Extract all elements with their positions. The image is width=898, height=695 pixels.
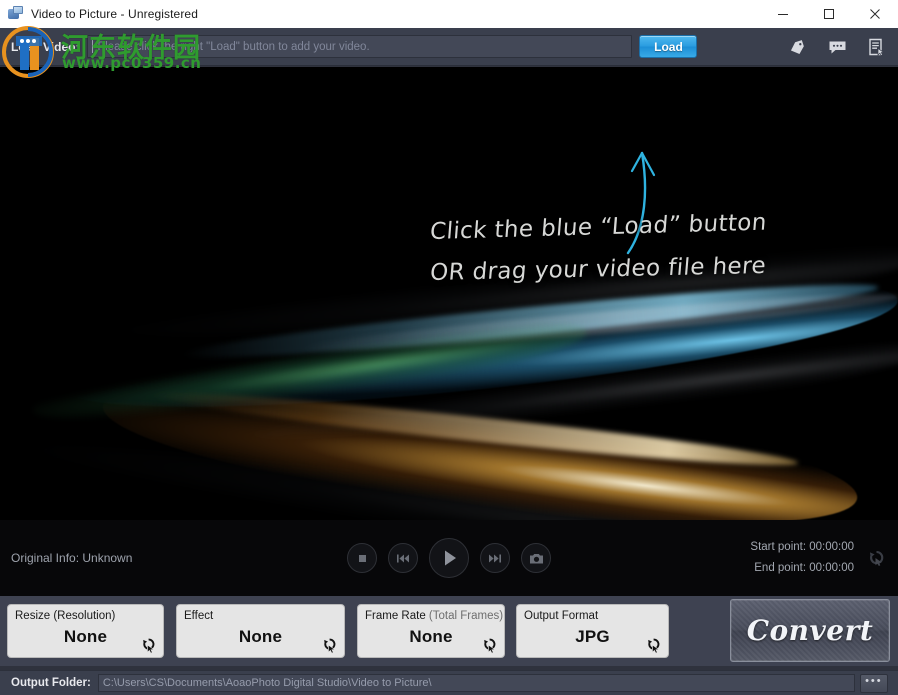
snapshot-button[interactable] <box>521 543 551 573</box>
output-folder-bar: Output Folder: C:\Users\CS\Documents\Aoa… <box>0 670 898 695</box>
drop-hint: Click the blue “Load” button OR drag you… <box>428 210 850 294</box>
feedback-icon[interactable] <box>826 37 848 57</box>
load-video-bar: Load Video: Please click the right "Load… <box>0 28 898 66</box>
stop-button[interactable] <box>347 543 377 573</box>
app-window: Video to Picture - Unregistered Load Vid… <box>0 0 898 695</box>
start-point: Start point: 00:00:00 <box>750 541 854 553</box>
video-preview-stage[interactable]: Click the blue “Load” button OR drag you… <box>0 67 898 596</box>
toolbar-icons <box>786 28 888 66</box>
tag-icon[interactable] <box>786 37 808 57</box>
app-icon <box>8 6 24 22</box>
drop-hint-line2: OR drag your video file here <box>428 252 768 287</box>
video-path-input[interactable]: Please click the right "Load" button to … <box>87 35 633 58</box>
setting-label: Frame Rate (Total Frames) <box>365 610 504 622</box>
close-icon[interactable] <box>852 0 898 28</box>
cursor-settings-icon[interactable] <box>646 638 662 654</box>
setting-card-effect[interactable]: Effect None <box>176 604 345 658</box>
setting-card-frame-rate[interactable]: Frame Rate (Total Frames) None <box>357 604 505 658</box>
setting-value: None <box>63 627 108 646</box>
convert-button[interactable]: Convert <box>730 599 890 662</box>
text-caret <box>92 40 94 53</box>
cursor-settings-icon[interactable] <box>482 638 498 654</box>
maximize-icon[interactable] <box>806 0 852 28</box>
setting-label: Output Format <box>524 610 599 622</box>
end-point: End point: 00:00:00 <box>754 562 854 574</box>
load-button[interactable]: Load <box>639 35 698 58</box>
original-info-text: Original Info: Unknown <box>11 551 133 565</box>
cursor-settings-icon[interactable] <box>322 638 338 654</box>
register-icon[interactable] <box>866 37 888 57</box>
browse-folder-button[interactable]: ••• <box>859 673 888 693</box>
minimize-icon[interactable] <box>760 0 806 28</box>
setting-card-output-format[interactable]: Output Format JPG <box>516 604 669 658</box>
cursor-settings-icon[interactable] <box>141 638 157 654</box>
load-button-label: Load <box>654 39 683 54</box>
previous-frame-button[interactable] <box>388 543 418 573</box>
setting-label: Effect <box>184 610 214 622</box>
player-controls-bar: Original Info: Unknown Start point: 00:0… <box>0 520 898 596</box>
output-folder-path: C:\Users\CS\Documents\AoaoPhoto Digital … <box>102 677 432 689</box>
window-title: Video to Picture - Unregistered <box>31 7 198 21</box>
convert-button-label: Convert <box>746 614 874 647</box>
next-frame-button[interactable] <box>480 543 510 573</box>
load-video-label: Load Video: <box>11 39 80 54</box>
setting-value: None <box>238 627 283 646</box>
setting-card-resize[interactable]: Resize (Resolution) None <box>7 604 164 658</box>
window-controls <box>760 0 898 28</box>
trim-points: Start point: 00:00:00 End point: 00:00:0… <box>750 537 854 579</box>
output-folder-label: Output Folder: <box>11 677 91 689</box>
reset-cursor-icon[interactable] <box>866 548 886 568</box>
title-bar: Video to Picture - Unregistered <box>0 0 898 28</box>
play-button[interactable] <box>429 538 469 578</box>
video-path-placeholder: Please click the right "Load" button to … <box>97 40 370 53</box>
setting-label: Resize (Resolution) <box>15 610 116 622</box>
output-folder-input[interactable]: C:\Users\CS\Documents\AoaoPhoto Digital … <box>97 674 855 692</box>
